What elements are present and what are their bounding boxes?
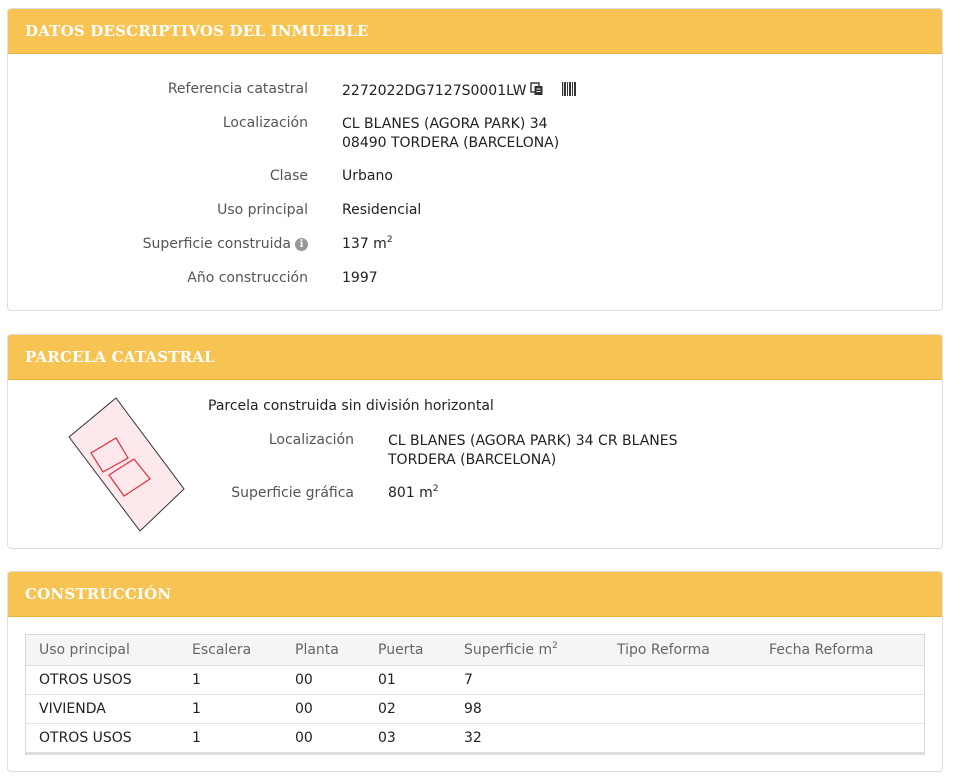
col-header-uso: Uso principal [26, 635, 179, 666]
datos-descriptivos-header: DATOS DESCRIPTIVOS DEL INMUEBLE [8, 9, 942, 54]
table-row: OTROS USOS 1 00 03 32 [26, 722, 924, 752]
cell-superficie: 7 [464, 671, 473, 688]
uso-value: Residencial [342, 202, 422, 218]
cell-planta: 00 [295, 671, 313, 688]
uso-label: Uso principal [217, 202, 308, 218]
construccion-table: Uso principal Escalera Planta Puerta Sup… [26, 635, 924, 752]
superficie-construida-label-group: Superficie construida i [8, 236, 308, 252]
table-header-row: Uso principal Escalera Planta Puerta Sup… [26, 635, 924, 666]
parcela-catastral-panel: PARCELA CATASTRAL Parcela construida sin… [7, 334, 943, 549]
col-header-puerta: Puerta [365, 635, 451, 666]
parcela-note: Parcela construida sin división horizont… [208, 398, 494, 414]
datos-descriptivos-title: DATOS DESCRIPTIVOS DEL INMUEBLE [25, 22, 369, 40]
referencia-value: 2272022DG7127S0001LW [342, 83, 527, 99]
cell-escalera: 1 [179, 693, 282, 723]
construccion-table-wrapper: Uso principal Escalera Planta Puerta Sup… [25, 634, 925, 755]
parcela-localizacion-line-1: CL BLANES (AGORA PARK) 34 CR BLANES [388, 433, 678, 449]
cell-uso: VIVIENDA [26, 693, 179, 723]
barcode-icon[interactable] [561, 81, 577, 101]
referencia-value-group: 2272022DG7127S0001LW [342, 81, 577, 101]
copy-icon[interactable] [530, 82, 544, 100]
superficie-construida-label: Superficie construida [142, 236, 291, 252]
cell-puerta: 02 [365, 693, 451, 723]
referencia-label: Referencia catastral [167, 81, 308, 97]
cell-fecha-reforma [756, 665, 924, 694]
col-header-superficie-text: Superficie m [464, 641, 553, 658]
parcel-sketch-image[interactable] [66, 393, 196, 533]
parcela-localizacion-label: Localización [268, 432, 354, 448]
cell-escalera: 1 [192, 671, 201, 688]
localizacion-line-1: CL BLANES (AGORA PARK) 34 [342, 116, 548, 132]
localizacion-value: CL BLANES (AGORA PARK) 34 08490 TORDERA … [342, 115, 559, 153]
parcela-catastral-title: PARCELA CATASTRAL [25, 348, 215, 366]
cell-tipo-reforma [604, 665, 756, 694]
superficie-construida-value: 137 m [342, 236, 387, 252]
cell-tipo-reforma [604, 693, 756, 723]
cell-superficie: 32 [451, 722, 604, 752]
col-header-escalera: Escalera [179, 635, 282, 666]
parcela-localizacion-line-2: TORDERA (BARCELONA) [388, 452, 557, 468]
info-icon[interactable]: i [295, 238, 308, 251]
parcela-catastral-header: PARCELA CATASTRAL [8, 335, 942, 380]
cell-superficie: 98 [451, 693, 604, 723]
superficie-grafica-label: Superficie gráfica [231, 485, 354, 501]
localizacion-label: Localización [222, 115, 308, 131]
superficie-grafica-value-group: 801 m2 [388, 484, 439, 502]
anio-label: Año construcción [187, 270, 308, 286]
superficie-construida-value-group: 137 m2 [342, 235, 393, 253]
superficie-grafica-unit-sup: 2 [432, 484, 439, 494]
construccion-header: CONSTRUCCIÓN [8, 572, 942, 617]
cell-puerta: 03 [365, 722, 451, 752]
table-row: OTROS USOS 1 00 01 7 [26, 665, 924, 694]
col-header-superficie-sup: 2 [552, 640, 558, 651]
cell-tipo-reforma [604, 722, 756, 752]
cell-fecha-reforma [756, 722, 924, 752]
col-header-tipo-reforma: Tipo Reforma [604, 635, 756, 666]
clase-value: Urbano [342, 168, 393, 184]
cell-uso: OTROS USOS [26, 722, 179, 752]
col-header-planta: Planta [282, 635, 365, 666]
cell-escalera: 1 [179, 722, 282, 752]
construccion-panel: CONSTRUCCIÓN Uso principal Escalera Plan… [7, 571, 943, 772]
parcela-localizacion-value: CL BLANES (AGORA PARK) 34 CR BLANES TORD… [388, 432, 678, 470]
localizacion-line-2: 08490 TORDERA (BARCELONA) [342, 135, 560, 151]
anio-value: 1997 [342, 270, 378, 286]
cell-planta: 00 [282, 693, 365, 723]
cell-planta: 00 [282, 722, 365, 752]
cell-fecha-reforma [756, 693, 924, 723]
col-header-fecha-reforma: Fecha Reforma [756, 635, 924, 666]
table-row: VIVIENDA 1 00 02 98 [26, 693, 924, 723]
clase-label: Clase [269, 168, 308, 184]
superficie-construida-unit-sup: 2 [386, 235, 393, 245]
superficie-grafica-value: 801 m [388, 485, 433, 501]
cell-uso: OTROS USOS [39, 671, 132, 688]
col-header-superficie: Superficie m2 [451, 635, 604, 666]
datos-descriptivos-panel: DATOS DESCRIPTIVOS DEL INMUEBLE Referenc… [7, 8, 943, 311]
cell-puerta: 01 [378, 671, 396, 688]
construccion-title: CONSTRUCCIÓN [25, 585, 172, 603]
